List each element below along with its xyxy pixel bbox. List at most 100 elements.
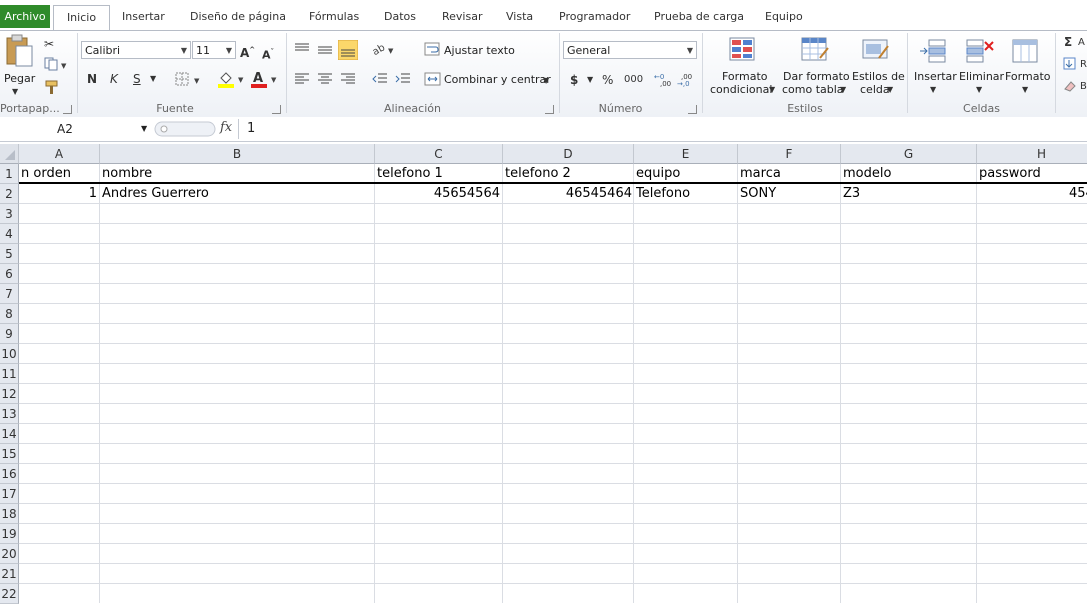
column-header-b[interactable]: B [100,144,375,164]
cell-styles-button[interactable]: Estilos de celda ▼ [851,34,905,102]
format-as-table-button[interactable]: Dar formato como tabla ▼ [782,34,850,102]
clipboard-launcher-icon[interactable] [63,105,72,114]
paste-button[interactable]: Pegar ▼ [2,34,36,96]
header-cell-telefono-2[interactable]: telefono 2 [505,164,632,183]
row-header[interactable]: 2 [0,184,19,204]
column-header-a[interactable]: A [19,144,100,164]
thousands-button[interactable]: 000 [624,72,643,88]
decrease-indent-icon[interactable] [372,72,388,86]
insert-cells-button[interactable]: Insertar ▼ [911,34,957,102]
conditional-format-button[interactable]: Formato condicional ▼ [706,34,780,102]
row-header[interactable]: 7 [0,284,19,304]
header-cell-modelo[interactable]: modelo [843,164,975,183]
row-header[interactable]: 1 [0,164,19,184]
formula-bar-splitter-icon[interactable] [154,121,216,137]
align-left-icon[interactable] [294,72,310,86]
row-header[interactable]: 20 [0,544,19,564]
percent-button[interactable]: % [602,72,613,88]
fill-color-icon[interactable]: ▼ [217,70,247,88]
cut-icon[interactable]: ✂ [44,36,54,52]
row-header[interactable]: 3 [0,204,19,224]
copy-icon[interactable]: ▼ [44,57,68,71]
increase-decimal-icon[interactable]: ←0,00 [654,71,674,87]
increase-indent-icon[interactable] [395,72,411,86]
row-header[interactable]: 8 [0,304,19,324]
italic-button[interactable]: K [110,71,118,87]
insert-function-icon[interactable]: fx [220,120,232,135]
clear-icon[interactable] [1063,79,1077,93]
font-launcher-icon[interactable] [272,105,281,114]
column-header-h[interactable]: H [977,144,1087,164]
tab-equipo[interactable]: Equipo [765,5,803,29]
row-header[interactable]: 11 [0,364,19,384]
cell-equipo[interactable]: Telefono [636,184,736,203]
column-header-f[interactable]: F [738,144,841,164]
formula-input[interactable]: 1 [247,119,255,139]
row-header[interactable]: 9 [0,324,19,344]
cell-password[interactable]: 454 [1069,184,1087,203]
tab-vista[interactable]: Vista [506,5,533,29]
merge-center-icon[interactable] [424,72,442,86]
header-cell-telefono-1[interactable]: telefono 1 [377,164,501,183]
tab-datos[interactable]: Datos [384,5,416,29]
name-box[interactable]: A2 ▼ [0,119,152,139]
column-header-d[interactable]: D [503,144,634,164]
cell-n-orden[interactable]: 1 [20,184,97,203]
tab-diseno-pagina[interactable]: Diseño de página [190,5,286,29]
tab-inicio[interactable]: Inicio [53,5,110,30]
format-cells-button[interactable]: Formato ▼ [1003,34,1051,102]
bold-button[interactable]: N [87,71,97,87]
orientation-icon[interactable]: ab ▼ [372,41,398,57]
decrease-decimal-icon[interactable]: ,00→,0 [677,71,697,87]
tab-archivo[interactable]: Archivo [0,5,50,28]
header-cell-n-orden[interactable]: n orden [21,164,99,183]
cell-marca[interactable]: SONY [740,184,839,203]
row-header[interactable]: 16 [0,464,19,484]
row-header[interactable]: 17 [0,484,19,504]
alignment-launcher-icon[interactable] [545,105,554,114]
row-header[interactable]: 4 [0,224,19,244]
row-header[interactable]: 12 [0,384,19,404]
row-header[interactable]: 5 [0,244,19,264]
tab-prueba-carga[interactable]: Prueba de carga [654,5,744,29]
tab-formulas[interactable]: Fórmulas [309,5,359,29]
select-all-corner[interactable] [0,144,19,164]
column-header-g[interactable]: G [841,144,977,164]
font-size-select[interactable]: 11 ▼ [192,41,236,59]
number-launcher-icon[interactable] [688,105,697,114]
row-header[interactable]: 14 [0,424,19,444]
number-format-select[interactable]: General ▼ [563,41,697,59]
header-cell-marca[interactable]: marca [740,164,839,183]
cell-telefono-2[interactable]: 46545464 [503,184,632,203]
underline-button[interactable]: S [133,71,141,87]
fill-icon[interactable] [1063,57,1077,71]
align-middle-icon[interactable] [317,42,333,56]
font-color-icon[interactable]: A ▼ [250,70,280,88]
currency-dropdown-icon[interactable]: ▼ [587,72,593,88]
column-header-e[interactable]: E [634,144,738,164]
align-center-icon[interactable] [317,72,333,86]
row-header[interactable]: 21 [0,564,19,584]
row-header[interactable]: 19 [0,524,19,544]
currency-button[interactable]: $ [570,72,578,88]
align-top-icon[interactable] [294,42,310,56]
delete-cells-button[interactable]: Eliminar ▼ [957,34,1004,102]
autosum-icon[interactable]: Σ [1064,34,1072,50]
row-header[interactable]: 6 [0,264,19,284]
tab-revisar[interactable]: Revisar [442,5,482,29]
column-header-c[interactable]: C [375,144,503,164]
grow-font-icon[interactable]: A^ [240,42,255,61]
row-header[interactable]: 22 [0,584,19,604]
wrap-text-icon[interactable] [424,42,442,56]
cell-nombre[interactable]: Andres Guerrero [102,184,372,203]
row-header[interactable]: 15 [0,444,19,464]
tab-insertar[interactable]: Insertar [122,5,165,29]
cell-modelo[interactable]: Z3 [843,184,975,203]
header-cell-nombre[interactable]: nombre [102,164,372,183]
header-cell-password[interactable]: password [979,164,1087,183]
header-cell-equipo[interactable]: equipo [636,164,736,183]
row-header[interactable]: 10 [0,344,19,364]
cell-telefono-1[interactable]: 45654564 [375,184,500,203]
row-header[interactable]: 13 [0,404,19,424]
underline-dropdown-icon[interactable]: ▼ [150,71,156,87]
